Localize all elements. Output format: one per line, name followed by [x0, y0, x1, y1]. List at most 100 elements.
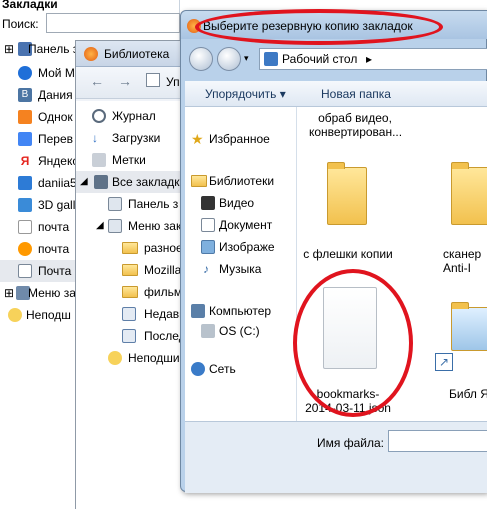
nav-item-favorites[interactable]: ★ Избранное [189, 129, 297, 149]
new-folder-button[interactable]: Новая папка [321, 87, 391, 101]
organize-button[interactable]: Упорядочить ▾ [205, 87, 286, 101]
address-bar: ▾ Рабочий стол ▸ [187, 45, 487, 75]
nav-item-label: OS (C:) [219, 324, 260, 338]
sidebar-item-label: Почта [38, 264, 72, 278]
chevron-down-icon: ▾ [279, 87, 286, 101]
search-input[interactable] [46, 13, 180, 33]
tree-item-label: Панель з [128, 197, 179, 211]
nav-item-os-c[interactable]: OS (C:) [199, 321, 307, 341]
nav-item-label: Видео [219, 196, 255, 210]
nav-item-libraries[interactable]: Библиотеки [189, 171, 297, 191]
tree-item-label: Mozilla [144, 263, 182, 277]
library-title: Библиотека [104, 47, 170, 61]
nav-item-label: Сеть [209, 362, 236, 376]
libraries-icon [191, 175, 207, 187]
favorites-star-icon: ★ [191, 131, 204, 147]
filename-bar: Имя файла: [185, 421, 487, 493]
back-button[interactable] [189, 47, 213, 71]
query-icon [122, 329, 136, 343]
expand-icon[interactable]: ⊞ [4, 282, 14, 304]
sidebar-item-label: Меню за [28, 286, 76, 300]
sidebar-item-label: Яндекс [38, 154, 79, 168]
tree-item-label: разное [144, 241, 183, 255]
envelope-icon [18, 264, 32, 278]
downloads-icon: ↓ [92, 131, 98, 145]
file-icon [323, 287, 377, 369]
tree-item-label: Загрузки [112, 131, 161, 145]
folder-icon [451, 162, 487, 225]
filename-input[interactable] [388, 430, 487, 452]
firefox-icon [187, 19, 201, 33]
back-arrow-icon[interactable]: ← [90, 73, 104, 89]
file-item-name: bookmarks-2014-03-11.json [305, 387, 391, 415]
translate-icon [18, 132, 32, 146]
tree-item-label: Все закладк [112, 175, 180, 189]
pictures-icon [201, 240, 215, 254]
file-item-folder[interactable]: с флешки копии [303, 157, 393, 267]
folder-icon [327, 162, 367, 225]
nav-item-documents[interactable]: Документ [199, 215, 307, 235]
music-icon: ♪ [203, 262, 209, 276]
folder-icon [122, 264, 138, 276]
desktop-icon [264, 52, 278, 66]
tree-item-label: Журнал [112, 109, 156, 123]
odnoklassniki-icon [18, 110, 32, 124]
history-dropdown-icon[interactable]: ▾ [244, 53, 249, 64]
forward-arrow-icon[interactable]: → [118, 73, 132, 89]
tree-item-label: Метки [112, 153, 146, 167]
file-item-library-shortcut[interactable]: ↗ Библ Я [423, 287, 487, 417]
video-icon [201, 196, 215, 210]
nav-item-label: Избранное [209, 132, 270, 146]
unsorted-icon [108, 351, 122, 365]
nav-item-pictures[interactable]: Изображе [199, 237, 307, 257]
collapse-icon[interactable]: ◢ [96, 215, 104, 237]
gallery-icon [18, 198, 32, 212]
library-shortcut-icon [451, 302, 487, 351]
tree-item-label: Меню зак [128, 219, 182, 233]
nav-item-video[interactable]: Видео [199, 193, 307, 213]
address-field[interactable]: Рабочий стол ▸ [259, 48, 487, 70]
nav-item-music[interactable]: ♪ Музыка [199, 259, 307, 279]
shortcut-arrow-icon: ↗ [435, 353, 453, 371]
organize-icon [146, 73, 160, 87]
nav-item-label: Изображе [219, 240, 275, 254]
file-item-bookmarks-json[interactable]: bookmarks-2014-03-11.json [303, 287, 393, 417]
sidebar-item-label: daniia5 [38, 176, 77, 190]
address-text: Рабочий стол [282, 52, 358, 66]
folder-icon [122, 286, 138, 298]
nav-item-label: Музыка [219, 262, 262, 276]
computer-icon [191, 304, 205, 318]
file-item-name: обраб видео, конвертирован... [309, 111, 403, 139]
sidebar-item-label: Дания [38, 88, 73, 102]
organize-label: Упорядочить [205, 87, 277, 101]
sidebar-item-label: Панель з [28, 42, 79, 56]
nav-item-network[interactable]: Сеть [189, 359, 297, 379]
chevron-right-icon[interactable]: ▸ [366, 52, 372, 66]
nav-item-computer[interactable]: Компьютер [189, 301, 297, 321]
documents-icon [201, 218, 215, 232]
mail-ru-icon [18, 66, 32, 80]
mail-icon [18, 242, 32, 256]
file-item-folder[interactable]: сканер Anti-I [423, 157, 487, 275]
file-open-dialog: Выберите резервную копию закладок ▾ Рабо… [180, 9, 487, 493]
file-item-name: Библ Я [449, 387, 487, 401]
expand-icon[interactable]: ⊞ [4, 38, 14, 60]
organize-button[interactable]: Уп [166, 75, 180, 89]
file-list: обраб видео, конвертирован... с флешки к… [297, 107, 487, 421]
unsorted-icon [8, 308, 22, 322]
user-icon [18, 176, 32, 190]
sidebar-item-label: почта [38, 220, 70, 234]
firefox-icon [84, 47, 98, 61]
tree-item-label: фильм [144, 285, 183, 299]
file-item-name: сканер Anti-I [443, 247, 482, 275]
sidebar-item-label: Однок [38, 110, 73, 124]
forward-button[interactable] [217, 47, 241, 71]
nav-item-label: Библиотеки [209, 174, 275, 188]
history-icon [92, 109, 106, 123]
page-icon [18, 220, 32, 234]
sidebar-item-label: почта [38, 242, 70, 256]
dialog-title: Выберите резервную копию закладок [203, 19, 413, 33]
sidebar-item-label: Мой М [38, 66, 75, 80]
menu-icon [108, 219, 122, 233]
collapse-icon[interactable]: ◢ [80, 171, 88, 193]
